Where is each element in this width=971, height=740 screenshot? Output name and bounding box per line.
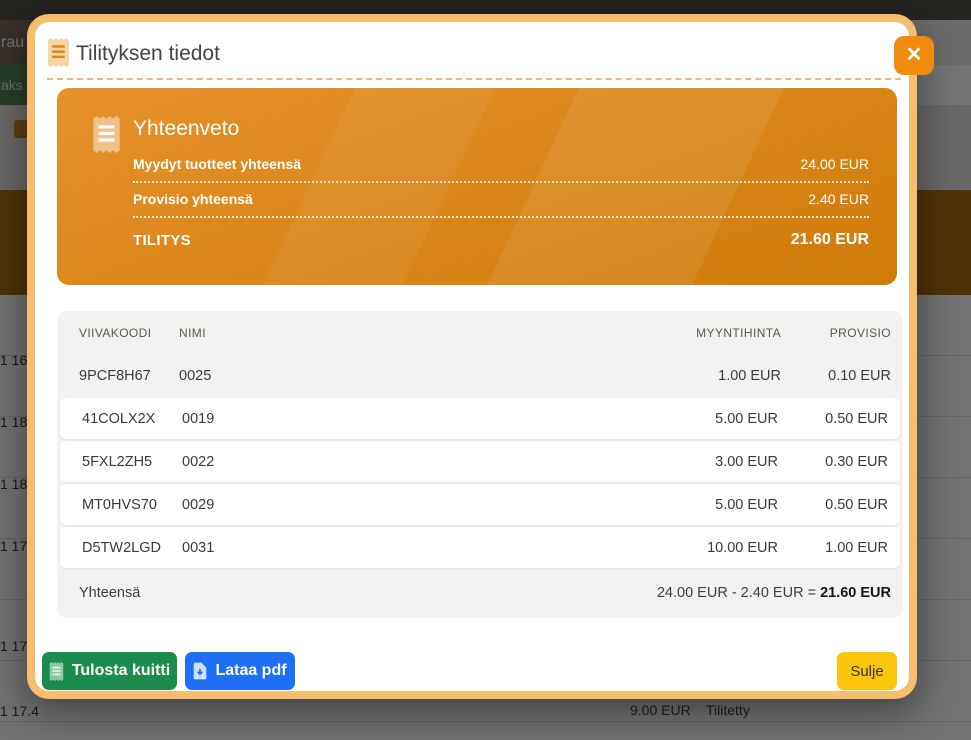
total-value: 21.60 EUR <box>820 585 891 601</box>
cell-price: 3.00 EUR <box>608 454 778 470</box>
table-total-row: Yhteensä 24.00 EUR - 2.40 EUR = 21.60 EU… <box>57 570 903 616</box>
summary-row-label: Provisio yhteensä <box>133 191 253 207</box>
cell-commission: 1.00 EUR <box>778 540 888 556</box>
cell-price: 5.00 EUR <box>608 497 778 513</box>
total-label: Yhteensä <box>79 585 140 601</box>
summary-row-value: 24.00 EUR <box>801 156 869 172</box>
settlement-label: TILITYS <box>133 232 191 249</box>
receipt-icon <box>47 38 70 72</box>
total-formula: 24.00 EUR - 2.40 EUR = <box>657 585 820 601</box>
summary-heading: Yhteenveto <box>133 117 239 141</box>
summary-row-sold-total: Myydyt tuotteet yhteensä 24.00 EUR <box>133 153 869 183</box>
print-receipt-button[interactable]: Tulosta kuitti <box>42 652 177 690</box>
products-table: VIIVAKOODI NIMI MYYNTIHINTA PROVISIO 9PC… <box>57 311 903 618</box>
receipt-icon <box>92 116 121 158</box>
cell-barcode: 9PCF8H67 <box>79 368 179 384</box>
cell-name: 0019 <box>182 411 608 427</box>
cell-price: 5.00 EUR <box>608 411 778 427</box>
column-header-price: MYYNTIHINTA <box>611 326 781 340</box>
download-pdf-label: Lataa pdf <box>215 662 286 680</box>
table-row: 9PCF8H67 0025 1.00 EUR 0.10 EUR <box>57 355 903 396</box>
summary-card: Yhteenveto Myydyt tuotteet yhteensä 24.0… <box>57 88 897 285</box>
cell-barcode: D5TW2LGD <box>82 540 182 556</box>
close-modal-label: Sulje <box>850 663 883 680</box>
summary-row-commission-total: Provisio yhteensä 2.40 EUR <box>133 188 869 218</box>
summary-row-label: Myydyt tuotteet yhteensä <box>133 156 301 172</box>
receipt-icon <box>49 662 64 681</box>
cell-commission: 0.50 EUR <box>778 411 888 427</box>
modal-title: Tilityksen tiedot <box>76 42 220 66</box>
cell-name: 0025 <box>179 368 611 384</box>
settlement-value: 21.60 EUR <box>791 231 869 249</box>
close-modal-button[interactable]: Sulje <box>837 652 897 690</box>
cell-barcode: 41COLX2X <box>82 411 182 427</box>
total-amount: 24.00 EUR - 2.40 EUR = 21.60 EUR <box>657 585 891 601</box>
cell-name: 0029 <box>182 497 608 513</box>
column-header-name: NIMI <box>179 326 611 340</box>
cell-name: 0031 <box>182 540 608 556</box>
cell-commission: 0.30 EUR <box>778 454 888 470</box>
summary-row-value: 2.40 EUR <box>808 191 869 207</box>
close-icon[interactable]: ✕ <box>894 36 934 75</box>
table-row: 5FXL2ZH5 0022 3.00 EUR 0.30 EUR <box>60 441 900 482</box>
cell-barcode: 5FXL2ZH5 <box>82 454 182 470</box>
column-header-commission: PROVISIO <box>781 326 891 340</box>
table-row: D5TW2LGD 0031 10.00 EUR 1.00 EUR <box>60 527 900 568</box>
settlement-details-modal: ✕ Tilityksen tiedot Yhteenveto Myydyt tu… <box>27 14 917 699</box>
download-pdf-button[interactable]: Lataa pdf <box>185 652 295 690</box>
file-download-icon <box>193 662 207 680</box>
cell-price: 10.00 EUR <box>608 540 778 556</box>
cell-barcode: MT0HVS70 <box>82 497 182 513</box>
summary-row-settlement: TILITYS 21.60 EUR <box>133 226 869 258</box>
table-header-row: VIIVAKOODI NIMI MYYNTIHINTA PROVISIO <box>57 311 903 355</box>
divider <box>47 78 901 80</box>
column-header-barcode: VIIVAKOODI <box>79 326 179 340</box>
table-row: 41COLX2X 0019 5.00 EUR 0.50 EUR <box>60 398 900 439</box>
print-receipt-label: Tulosta kuitti <box>72 662 170 680</box>
cell-price: 1.00 EUR <box>611 368 781 384</box>
table-row: MT0HVS70 0029 5.00 EUR 0.50 EUR <box>60 484 900 525</box>
cell-commission: 0.50 EUR <box>778 497 888 513</box>
cell-commission: 0.10 EUR <box>781 368 891 384</box>
cell-name: 0022 <box>182 454 608 470</box>
